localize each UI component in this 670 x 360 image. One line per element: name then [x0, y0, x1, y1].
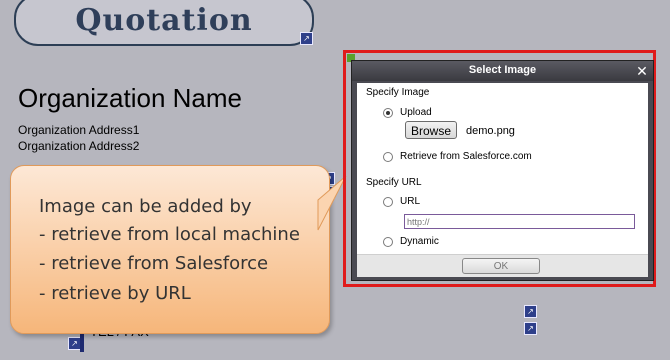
file-name: demo.png	[466, 125, 515, 137]
ok-button[interactable]: OK	[462, 258, 540, 274]
specify-image-label: Specify Image	[366, 87, 430, 98]
specify-url-label: Specify URL	[366, 177, 422, 188]
resize-handle-icon[interactable]: ↗	[524, 305, 537, 318]
callout-line: - retrieve from local machine	[39, 224, 300, 245]
dynamic-radio[interactable]	[383, 237, 393, 247]
retrieve-salesforce-label: Retrieve from Salesforce.com	[400, 151, 532, 162]
browse-button[interactable]: Browse	[405, 121, 457, 139]
upload-label: Upload	[400, 107, 432, 118]
url-input[interactable]	[404, 214, 635, 229]
retrieve-salesforce-radio[interactable]	[383, 152, 393, 162]
callout-box: Image can be added by - retrieve from lo…	[10, 165, 330, 334]
dialog-body: Specify Image Upload Browse demo.png Ret…	[357, 83, 648, 277]
dynamic-label: Dynamic	[400, 236, 439, 247]
url-radio[interactable]	[383, 197, 393, 207]
dialog-title: Select Image	[468, 64, 537, 76]
url-label: URL	[400, 196, 421, 207]
organization-name[interactable]: Organization Name	[18, 83, 242, 114]
select-image-dialog: Select Image ✕ Specify Image Upload Brow…	[351, 60, 654, 281]
organization-address-2[interactable]: Organization Address2	[18, 139, 139, 153]
dialog-titlebar[interactable]: Select Image ✕	[352, 61, 653, 81]
organization-address-1[interactable]: Organization Address1	[18, 123, 139, 137]
quotation-title-box[interactable]: Quotation	[14, 0, 314, 46]
close-icon[interactable]: ✕	[634, 63, 650, 79]
quotation-title: Quotation	[75, 2, 253, 38]
callout-line: - retrieve from Salesforce	[39, 253, 269, 274]
upload-radio[interactable]	[383, 108, 393, 118]
dialog-footer: OK	[357, 254, 648, 277]
resize-handle-icon[interactable]: ↗	[300, 32, 313, 45]
resize-handle-icon[interactable]: ↗	[524, 322, 537, 335]
callout-line: Image can be added by	[39, 196, 252, 217]
callout-line: - retrieve by URL	[39, 283, 191, 304]
